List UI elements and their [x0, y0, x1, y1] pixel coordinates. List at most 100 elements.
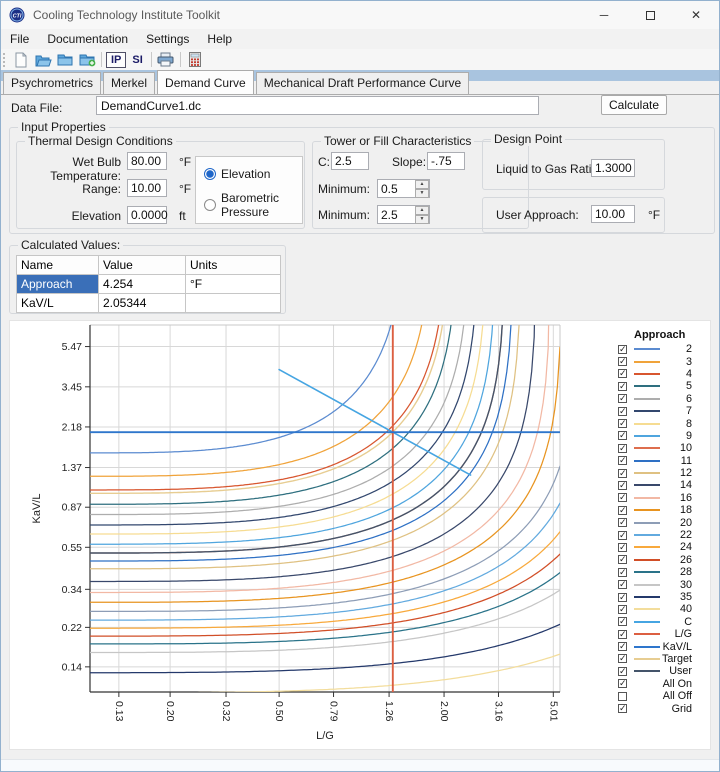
legend-checkbox-6[interactable]	[618, 394, 627, 403]
table-row[interactable]: KaV/L2.05344	[17, 294, 281, 313]
minimize-button[interactable]: ─	[581, 1, 627, 29]
legend-checkbox-20[interactable]	[618, 518, 627, 527]
legend-row-approach-9: 9	[600, 430, 704, 442]
legend-checkbox-12[interactable]	[618, 469, 627, 478]
table-cell[interactable]: 2.05344	[99, 294, 186, 313]
legend-row-approach-16: 16	[600, 492, 704, 504]
legend-checkbox-all-off[interactable]	[618, 692, 627, 701]
toolbar-grip[interactable]	[3, 53, 6, 67]
spin-up-icon[interactable]: ▲	[415, 206, 429, 215]
svg-text:0.79: 0.79	[328, 701, 340, 722]
spin-down-icon[interactable]: ▼	[415, 189, 429, 198]
legend-checkbox-4[interactable]	[618, 369, 627, 378]
legend-checkbox-22[interactable]	[618, 531, 627, 540]
column-header-units[interactable]: Units	[186, 256, 281, 275]
legend-label: 12	[660, 467, 704, 479]
design-point-group: Design Point Liquid to Gas Ratio: 1.3000	[482, 139, 665, 190]
spin-up-icon[interactable]: ▲	[415, 180, 429, 189]
legend-checkbox-8[interactable]	[618, 419, 627, 428]
legend-checkbox-l-g[interactable]	[618, 630, 627, 639]
new-file-button[interactable]	[10, 50, 32, 69]
legend-checkbox-28[interactable]	[618, 568, 627, 577]
maximize-button[interactable]	[627, 1, 673, 29]
radio-icon	[204, 168, 216, 180]
tab-merkel[interactable]: Merkel	[103, 72, 155, 94]
legend-checkbox-user[interactable]	[618, 667, 627, 676]
radio-barometric-pressure[interactable]: Barometric Pressure	[204, 191, 302, 219]
radio-elevation[interactable]: Elevation	[204, 167, 302, 181]
legend-checkbox-11[interactable]	[618, 456, 627, 465]
tab-psychrometrics[interactable]: Psychrometrics	[3, 72, 101, 94]
legend-checkbox-35[interactable]	[618, 593, 627, 602]
range-input[interactable]: 10.00	[127, 179, 167, 197]
legend-checkbox-kav-l[interactable]	[618, 642, 627, 651]
close-button[interactable]: ✕	[673, 1, 719, 29]
minimum-1-stepper[interactable]: 0.5 ▲▼	[377, 179, 430, 198]
range-label: Range:	[17, 182, 121, 196]
legend-swatch	[634, 484, 660, 486]
column-header-name[interactable]: Name	[17, 256, 99, 275]
user-approach-input[interactable]: 10.00	[591, 205, 635, 223]
legend-checkbox-3[interactable]	[618, 357, 627, 366]
table-cell[interactable]	[186, 294, 281, 313]
lg-ratio-input[interactable]: 1.3000	[591, 159, 635, 177]
legend-checkbox-30[interactable]	[618, 580, 627, 589]
menu-bar: FileDocumentationSettingsHelp	[1, 29, 719, 49]
legend-checkbox-26[interactable]	[618, 555, 627, 564]
elevation-input[interactable]: 0.0000	[127, 206, 167, 224]
menu-help[interactable]: Help	[198, 29, 241, 49]
calculator-button[interactable]	[184, 50, 206, 69]
table-cell[interactable]: KaV/L	[17, 294, 99, 313]
slope-input[interactable]: -.75	[427, 152, 465, 170]
table-cell[interactable]: Approach	[17, 275, 99, 294]
legend-checkbox-7[interactable]	[618, 407, 627, 416]
svg-text:0.55: 0.55	[62, 542, 83, 554]
spin-down-icon[interactable]: ▼	[415, 215, 429, 224]
menu-settings[interactable]: Settings	[137, 29, 198, 49]
open-file-button[interactable]	[32, 50, 54, 69]
legend-checkbox-14[interactable]	[618, 481, 627, 490]
minimum-2-stepper[interactable]: 2.5 ▲▼	[377, 205, 430, 224]
tab-strip: PsychrometricsMerkelDemand CurveMechanic…	[1, 72, 719, 94]
legend-checkbox-all-on[interactable]	[618, 679, 627, 688]
calculate-button[interactable]: Calculate	[601, 95, 667, 115]
legend-swatch	[634, 534, 660, 536]
print-button[interactable]	[155, 50, 177, 69]
table-cell[interactable]: 4.254	[99, 275, 186, 294]
table-cell[interactable]: °F	[186, 275, 281, 294]
data-file-input[interactable]: DemandCurve1.dc	[96, 96, 539, 115]
legend-swatch	[634, 584, 660, 586]
legend-swatch	[634, 497, 660, 499]
ip-units-button[interactable]: IP	[106, 52, 126, 68]
legend-checkbox-2[interactable]	[618, 345, 627, 354]
svg-text:0.32: 0.32	[220, 701, 232, 722]
legend-row-approach-11: 11	[600, 455, 704, 467]
legend-checkbox-target[interactable]	[618, 654, 627, 663]
si-units-button[interactable]: SI	[128, 53, 146, 67]
menu-documentation[interactable]: Documentation	[38, 29, 137, 49]
legend-label: All Off	[660, 690, 704, 702]
legend-label: 35	[660, 591, 704, 603]
legend-checkbox-24[interactable]	[618, 543, 627, 552]
legend-checkbox-40[interactable]	[618, 605, 627, 614]
column-header-value[interactable]: Value	[99, 256, 186, 275]
wet-bulb-input[interactable]: 80.00	[127, 152, 167, 170]
tab-demand-curve[interactable]: Demand Curve	[157, 70, 254, 94]
legend-checkbox-16[interactable]	[618, 493, 627, 502]
add-file-button[interactable]	[76, 50, 98, 69]
legend-swatch	[634, 410, 660, 412]
radio-label: Elevation	[221, 167, 270, 181]
tab-mechanical-draft-performance-curve[interactable]: Mechanical Draft Performance Curve	[256, 72, 469, 94]
svg-text:0.13: 0.13	[113, 701, 125, 722]
legend-checkbox-5[interactable]	[618, 382, 627, 391]
legend-checkbox-grid[interactable]	[618, 704, 627, 713]
table-row[interactable]: Approach4.254°F	[17, 275, 281, 294]
legend-checkbox-c[interactable]	[618, 617, 627, 626]
legend-checkbox-10[interactable]	[618, 444, 627, 453]
save-file-button[interactable]	[54, 50, 76, 69]
legend-checkbox-9[interactable]	[618, 431, 627, 440]
legend-label: 40	[660, 603, 704, 615]
c-input[interactable]: 2.5	[331, 152, 369, 170]
menu-file[interactable]: File	[1, 29, 38, 49]
legend-checkbox-18[interactable]	[618, 506, 627, 515]
